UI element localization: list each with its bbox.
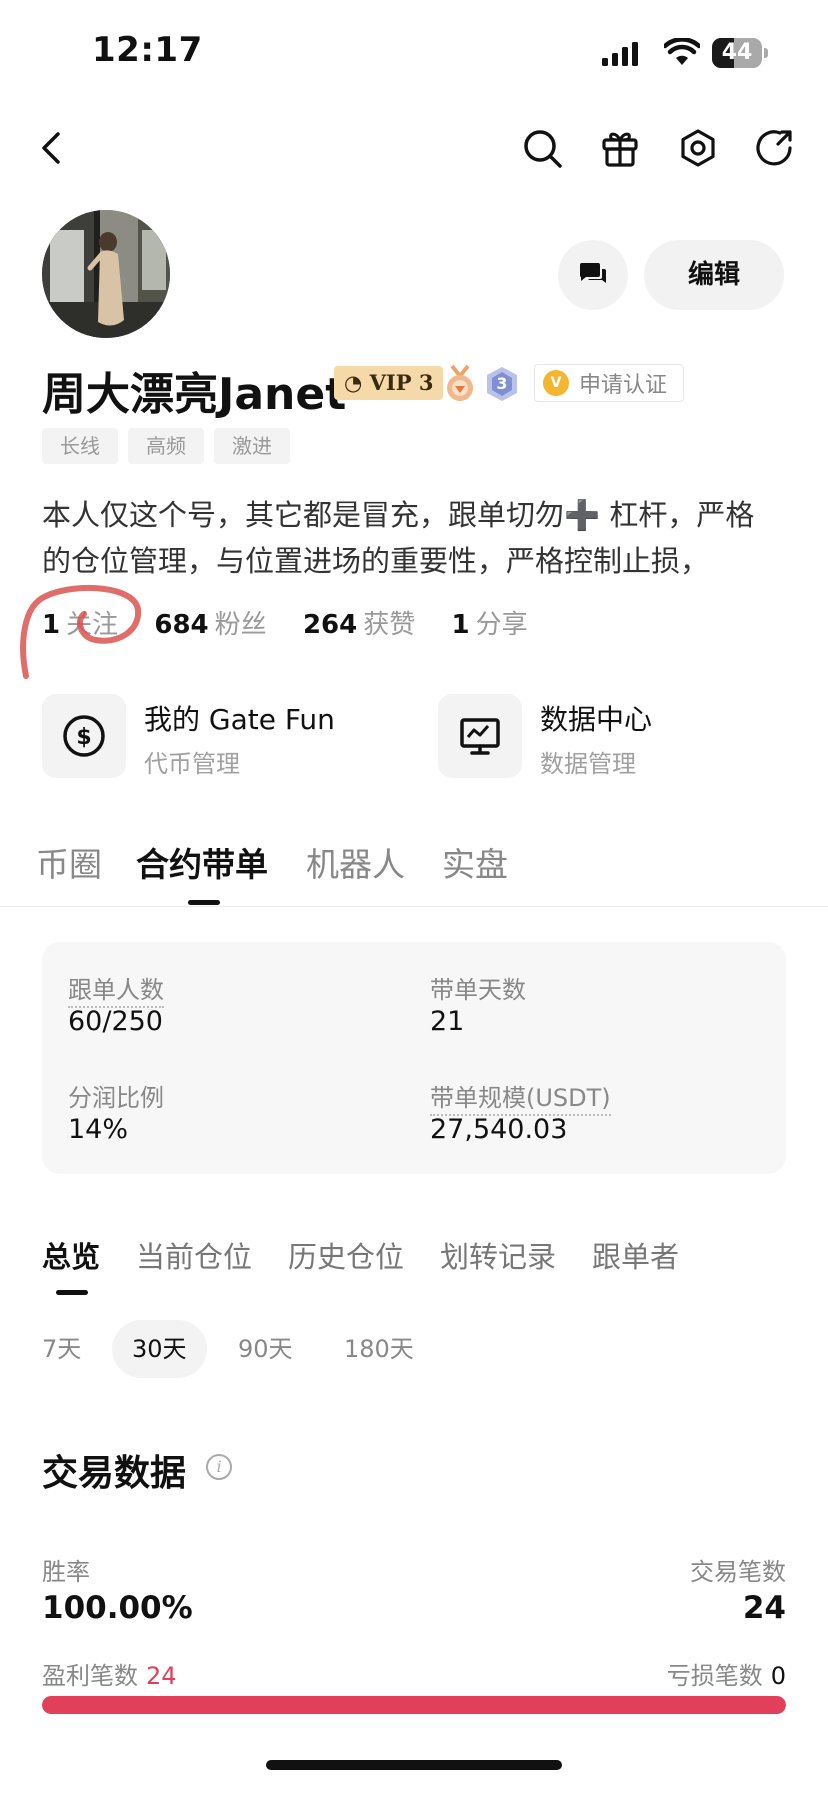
lead-scale-value: 27,540.03: [430, 1114, 568, 1145]
tab-bots[interactable]: 机器人: [306, 838, 405, 886]
profit-loss-ratio-bar: [42, 1696, 786, 1714]
loss-trades-value: 0: [770, 1662, 786, 1690]
vip-label: VIP 3: [369, 370, 434, 395]
gift-icon: [602, 132, 638, 167]
loss-trades-label: 亏损笔数 0: [666, 1662, 786, 1690]
chevron-left-icon: [42, 132, 60, 164]
tab-divider: [0, 906, 828, 907]
tag-high-frequency: 高频: [128, 428, 204, 464]
gate-fun-subtitle: 代币管理: [144, 750, 240, 778]
tab-active-indicator: [188, 900, 220, 905]
verify-label: 申请认证: [579, 373, 668, 398]
profile-bio: 本人仅这个号，其它都是冒充，跟单切勿➕ 杠杆，严格的仓位管理，与位置进场的重要性…: [42, 498, 755, 578]
lead-days-label: 带单天数: [430, 976, 526, 1004]
trade-count-value: 24: [742, 1590, 786, 1626]
vip-crown-icon: ◔: [344, 370, 363, 395]
period-30d[interactable]: 30天: [112, 1320, 207, 1378]
info-icon[interactable]: i: [206, 1454, 232, 1480]
level-number: 3: [496, 374, 508, 393]
subtab-transfer-records[interactable]: 划转记录: [440, 1234, 556, 1276]
trade-count-label: 交易笔数: [690, 1558, 786, 1586]
battery-icon: 44: [712, 38, 768, 68]
medal-icon: [447, 364, 473, 401]
battery-level: 44: [721, 40, 753, 65]
status-time: 12:17: [92, 30, 203, 70]
svg-text:$: $: [76, 725, 91, 750]
period-90d[interactable]: 90天: [238, 1320, 293, 1378]
tab-futures-copy[interactable]: 合约带单: [136, 838, 268, 886]
gift-button[interactable]: [598, 126, 642, 170]
edit-button[interactable]: 编辑: [644, 240, 784, 310]
level-badge: 3: [484, 364, 520, 404]
back-button[interactable]: [30, 126, 74, 170]
profit-share-value: 14%: [68, 1114, 129, 1145]
search-icon: [524, 130, 562, 168]
data-center-title: 数据中心: [540, 703, 653, 736]
verify-button[interactable]: V 申请认证: [534, 364, 684, 402]
followers-count-value: 60/250: [68, 1006, 163, 1037]
tab-live[interactable]: 实盘: [442, 838, 508, 886]
period-7d[interactable]: 7天: [42, 1320, 81, 1378]
win-rate-value: 100.00%: [42, 1590, 193, 1626]
home-indicator: [266, 1760, 562, 1770]
subtab-overview[interactable]: 总览: [42, 1234, 100, 1276]
profit-share-label: 分润比例: [68, 1084, 164, 1112]
data-center-subtitle: 数据管理: [540, 750, 636, 778]
subtab-current-positions[interactable]: 当前仓位: [136, 1234, 252, 1276]
followers-count-label[interactable]: 跟单人数: [68, 970, 164, 1008]
subtab-history-positions[interactable]: 历史仓位: [288, 1234, 404, 1276]
red-marker-annotation: [20, 584, 142, 679]
gate-fun-title: 我的 Gate Fun: [144, 703, 335, 736]
data-center-entry[interactable]: [438, 694, 522, 778]
tag-aggressive: 激进: [214, 428, 290, 464]
cellular-signal-icon: [602, 42, 638, 66]
share-button[interactable]: [752, 126, 796, 170]
chat-bubble-icon: [580, 263, 606, 283]
stat-shares[interactable]: 1 分享: [452, 610, 556, 640]
profit-trades-value: 24: [146, 1662, 177, 1690]
subtab-followers[interactable]: 跟单者: [592, 1234, 679, 1276]
profit-ratio-fill: [42, 1696, 786, 1714]
win-rate-label: 胜率: [42, 1558, 90, 1586]
monitor-chart-icon: [438, 694, 522, 778]
share-arrow-icon: [756, 130, 792, 166]
profit-trades-label: 盈利笔数 24: [42, 1662, 177, 1690]
vip-badge: ◔ VIP 3: [334, 366, 444, 400]
settings-hexagon-icon: [681, 129, 715, 167]
stat-likes[interactable]: 264 获赞: [303, 610, 443, 640]
lead-days-value: 21: [430, 1006, 465, 1037]
avatar-photo: [42, 210, 170, 338]
tab-spot[interactable]: 币圈: [36, 838, 102, 886]
message-button[interactable]: [558, 240, 628, 310]
settings-button[interactable]: [676, 126, 720, 170]
dollar-coin-icon: $: [42, 694, 126, 778]
lead-scale-label[interactable]: 带单规模(USDT): [430, 1078, 611, 1116]
verify-badge-icon: V: [543, 370, 569, 396]
subtab-active-indicator: [56, 1290, 88, 1295]
gate-fun-entry[interactable]: $: [42, 694, 126, 778]
search-button[interactable]: [520, 126, 564, 170]
username: 周大漂亮Janet: [42, 369, 347, 420]
trade-data-title: 交易数据: [42, 1453, 187, 1494]
period-180d[interactable]: 180天: [344, 1320, 414, 1378]
stat-followers[interactable]: 684 粉丝: [154, 610, 294, 640]
avatar[interactable]: [42, 210, 170, 338]
wifi-icon: [664, 38, 700, 65]
tag-long-term: 长线: [42, 428, 118, 464]
